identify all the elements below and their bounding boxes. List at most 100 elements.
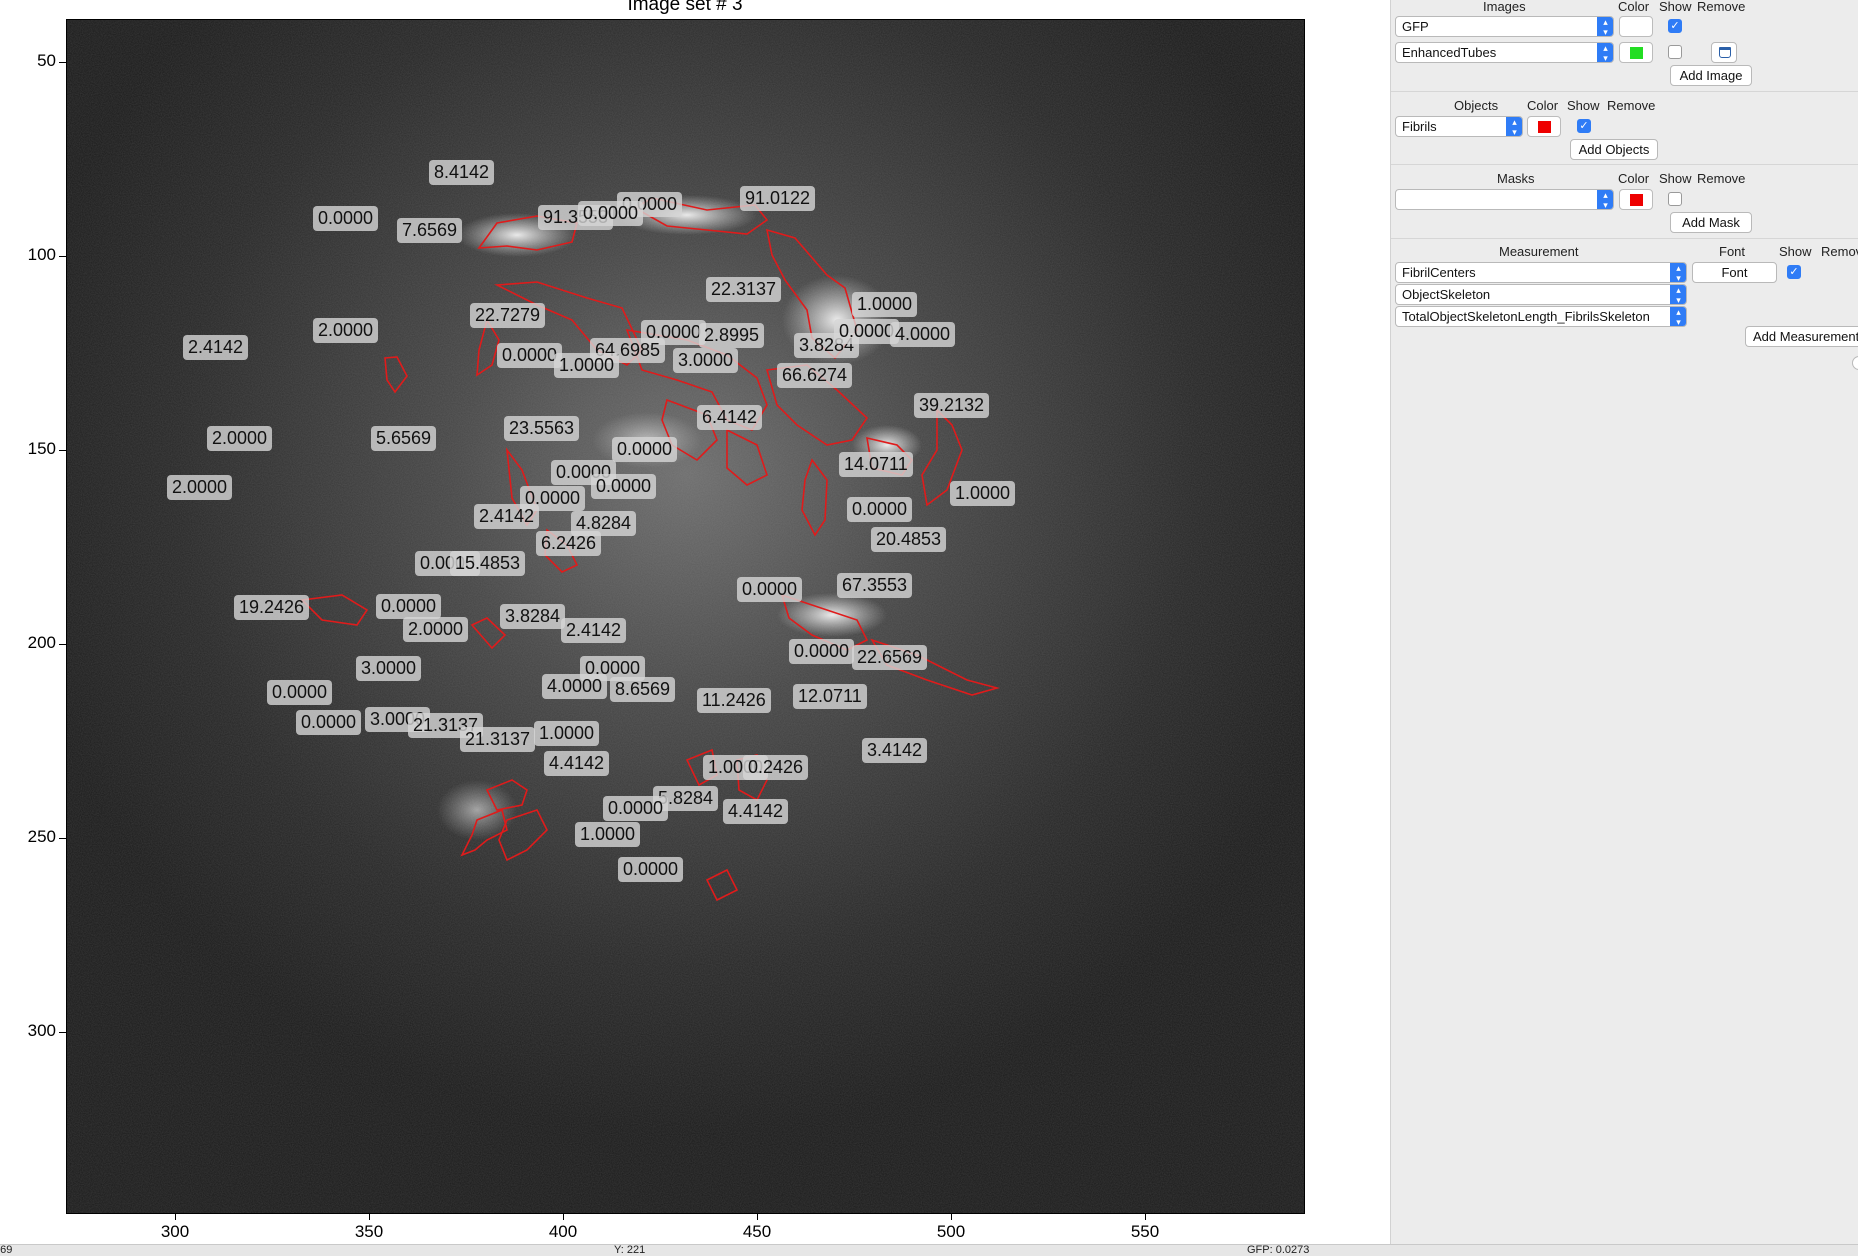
objects-remove-header: Remove [1607,98,1656,113]
measurement-label: 0.0000 [296,710,362,735]
objects-color-button[interactable] [1527,116,1561,137]
y-tick-label: 250 [27,827,56,846]
measurement-label: 2.4142 [474,504,540,529]
measurement-label: 2.4142 [561,618,627,643]
x-tick-label: 550 [1130,1222,1160,1241]
objects-show-checkbox[interactable]: ✓ [1577,119,1591,133]
status-bar: 269 Y: 221 GFP: 0.0273 [0,1244,1858,1256]
measurement-label: 8.6569 [610,677,676,702]
measurement-label: 2.4142 [183,335,249,360]
image-show-checkbox-enhancedtubes[interactable] [1668,45,1682,59]
measurement-feature-value: TotalObjectSkeletonLength_FibrilsSkeleto… [1402,309,1650,324]
measurement-label: 22.3137 [706,277,782,302]
add-mask-button[interactable]: Add Mask [1670,212,1752,233]
images-remove-header: Remove [1697,0,1746,14]
image-color-button-gfp[interactable] [1619,16,1653,37]
mask-color-button[interactable] [1619,189,1653,210]
color-swatch [1630,47,1643,59]
measurement-label: 8.4142 [429,160,495,185]
mask-show-checkbox[interactable] [1668,192,1682,206]
measurement-header: Measurement [1499,244,1579,259]
measurement-font-header: Font [1719,244,1746,259]
x-tick-mark [1145,1214,1146,1220]
measurement-label: 1.0000 [852,292,918,317]
measurement-label: 3.8284 [500,604,566,629]
measurement-label: 21.3137 [460,727,536,752]
measurement-label: 1.0000 [534,721,600,746]
measurement-label: 23.5563 [504,416,580,441]
x-tick-label: 450 [742,1222,772,1241]
y-tick-mark [59,62,66,63]
measurement-show-checkbox[interactable]: ✓ [1787,265,1801,279]
measurement-label: 7.6569 [397,218,463,243]
objects-select-value: Fibrils [1402,119,1437,134]
measurement-label: 2.0000 [207,426,273,451]
measurement-label: 0.0000 [847,497,913,522]
measurement-label: 4.4142 [544,751,610,776]
objects-color-header: Color [1527,98,1559,113]
images-show-header: Show [1659,0,1692,14]
measurement-label: 4.0000 [890,322,956,347]
measurement-label: 0.2426 [743,755,809,780]
measurement-font-button[interactable]: Font [1692,262,1777,283]
chevron-updown-icon: ▴ ▾ [1670,263,1686,282]
image-select-enhancedtubes[interactable]: EnhancedTubes ▴ ▾ [1395,42,1614,63]
y-tick-mark [59,644,66,645]
objects-select-fibrils[interactable]: Fibrils ▴ ▾ [1395,116,1523,137]
objects-header: Objects [1454,98,1499,113]
mask-select[interactable]: ▴ ▾ [1395,189,1614,210]
measurement-label: 14.0711 [839,452,913,477]
add-objects-button[interactable]: Add Objects [1570,139,1658,160]
display-settings-panel: Images Color Show Remove GFP ▴ ▾ ✓ Enhanc… [1390,0,1858,1244]
color-swatch [1630,194,1643,206]
masks-header: Masks [1497,171,1535,186]
images-color-header: Color [1618,0,1650,14]
measurement-label: 0.0000 [578,201,644,226]
measurement-label: 0.0000 [497,343,563,368]
add-image-button[interactable]: Add Image [1670,65,1752,86]
y-tick-label: 150 [27,439,56,458]
image-select-gfp[interactable]: GFP ▴ ▾ [1395,16,1614,37]
measurement-label: 91.0122 [740,186,816,211]
help-button[interactable] [1852,356,1858,370]
measurement-label: 22.7279 [470,303,546,328]
status-x-readout: 269 [0,1244,13,1256]
measurement-label: 66.6274 [777,363,853,388]
measurement-label: 1.0000 [554,353,620,378]
chevron-updown-icon: ▴ ▾ [1597,190,1613,209]
color-swatch [1630,21,1643,33]
image-select-value: GFP [1402,19,1429,34]
masks-show-header: Show [1659,171,1692,186]
chevron-updown-icon: ▴ ▾ [1506,117,1522,136]
image-show-checkbox-gfp[interactable]: ✓ [1668,19,1682,33]
measurement-label: 0.0000 [618,857,684,882]
measurement-label: 3.0000 [673,348,739,373]
measurement-object-select[interactable]: FibrilCenters ▴ ▾ [1395,262,1687,283]
measurement-label: 3.0000 [356,656,422,681]
measurement-label: 22.6569 [852,645,928,670]
x-tick-mark [951,1214,952,1220]
remove-image-button[interactable] [1711,42,1737,63]
chevron-updown-icon: ▴ ▾ [1670,307,1686,326]
measurement-label: 1.0000 [950,481,1016,506]
measurement-label: 39.2132 [914,393,990,418]
y-tick-label: 300 [27,1021,56,1040]
measurement-label: 12.0711 [793,684,867,709]
image-color-button-enhancedtubes[interactable] [1619,42,1653,63]
microscopy-image-canvas[interactable]: 8.4142 0.0000 7.6569 91.3553 0.0000 91.0… [66,19,1305,1214]
measurement-label: 0.0000 [376,594,442,619]
x-tick-label: 500 [936,1222,966,1241]
image-viewer-window: Image set # 3 50 100 150 200 250 300 300… [0,0,1858,1256]
measurement-feature-select[interactable]: TotalObjectSkeletonLength_FibrilsSkeleto… [1395,306,1687,327]
measurement-category-select[interactable]: ObjectSkeleton ▴ ▾ [1395,284,1687,305]
measurement-label: 0.0000 [591,474,657,499]
measurement-label: 0.0000 [789,639,855,664]
measurement-label: 0.0000 [737,577,803,602]
trash-icon [1719,47,1731,58]
measurement-label: 0.0000 [612,437,678,462]
measurement-remove-header: Remov [1821,244,1858,259]
measurement-label: 15.4853 [450,551,526,576]
add-measurement-button[interactable]: Add Measurement [1745,326,1858,347]
measurement-label: 6.4142 [697,405,763,430]
x-tick-label: 350 [354,1222,384,1241]
